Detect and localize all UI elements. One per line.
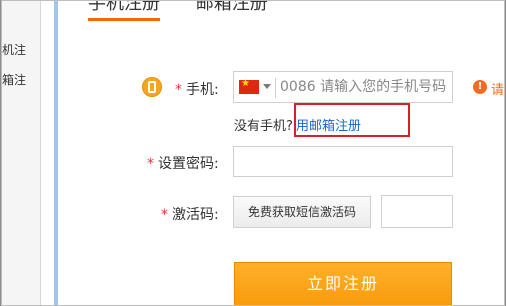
password-label: * 设置密码:	[147, 156, 219, 172]
exclamation-icon: !	[473, 80, 487, 94]
tab-phone-register[interactable]: 手机注册	[88, 1, 160, 21]
tab-email-register[interactable]: 邮箱注册	[196, 1, 268, 14]
phone-field-container: ★	[233, 71, 453, 103]
phone-input[interactable]	[280, 75, 448, 99]
activation-code-input[interactable]	[382, 196, 452, 227]
password-field-container	[233, 146, 453, 177]
required-mark: *	[175, 82, 182, 98]
activation-label: * 激活码:	[161, 207, 219, 223]
activation-code-container	[381, 195, 453, 228]
register-now-button[interactable]: 立即注册	[234, 262, 452, 305]
browser-frame: 机注 箱注 手机注册 邮箱注册 *手机: ★ ! 请 没有手机? 用邮箱注册 *…	[1, 0, 505, 306]
left-fragment-1: 机注	[2, 43, 27, 57]
chevron-down-icon[interactable]	[263, 84, 271, 89]
password-input[interactable]	[234, 147, 452, 176]
phone-label: * 手机:	[175, 82, 219, 98]
scroll-accent-bar	[54, 1, 58, 305]
left-panel: 机注 箱注	[2, 1, 41, 305]
get-sms-code-button[interactable]: 免费获取短信激活码	[233, 196, 371, 228]
highlight-box	[294, 103, 410, 137]
phone-warning-text: 请	[491, 83, 505, 98]
register-tabs: 手机注册 邮箱注册	[88, 1, 268, 21]
divider	[275, 78, 276, 98]
china-flag-icon[interactable]: ★	[239, 78, 259, 94]
mobile-phone-icon	[142, 77, 162, 97]
left-fragment-2: 箱注	[2, 73, 27, 87]
no-phone-text: 没有手机?	[234, 119, 293, 134]
